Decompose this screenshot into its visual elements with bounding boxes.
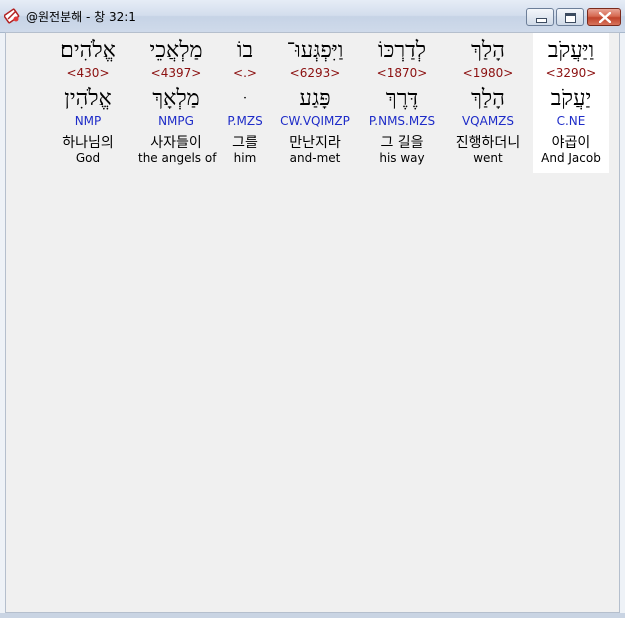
korean-gloss: 만난지라 <box>289 135 341 151</box>
hebrew-lemma: אֱלֹהִין <box>64 86 112 111</box>
english-gloss: him <box>233 151 257 165</box>
morphology-code[interactable]: NMP <box>50 114 126 128</box>
korean-gloss: 그를 <box>232 135 258 151</box>
title-bar[interactable]: @원전분해 - 창 32:1 <box>0 0 625 33</box>
korean-gloss: 사자들이 <box>150 135 202 151</box>
korean-gloss: 진행하더니 <box>455 135 521 151</box>
strong-number[interactable]: <.> <box>207 66 283 80</box>
hebrew-word: לְדַרְכּוֹ <box>377 38 427 63</box>
app-window: @원전분해 - 창 32:1 וַיַּעֲקֹב <3290> יַעֲקֹב C.… <box>0 0 625 618</box>
morphology-code[interactable]: CW.VQIMZP <box>277 114 353 128</box>
korean-gloss: 그 길을 <box>380 135 424 151</box>
morphology-code[interactable]: P.NMS.MZS <box>364 114 440 128</box>
window-bottom-border <box>0 613 625 618</box>
morphology-code[interactable]: NMPG <box>138 114 214 128</box>
korean-gloss: 하나님의 <box>62 135 114 151</box>
morphology-code[interactable]: C.NE <box>533 114 609 128</box>
english-gloss: went <box>473 151 503 165</box>
word-column[interactable]: אֱלֹהִים׃ <430> אֱלֹהִין NMP 하나님의 God <box>50 33 126 173</box>
strong-number[interactable]: <6293> <box>277 66 353 80</box>
hebrew-lemma: דֶּרֶךְ <box>385 86 419 111</box>
word-column[interactable]: וַיַּעֲקֹב <3290> יַעֲקֹב C.NE 야곱이 And Jacob <box>533 33 609 173</box>
strong-number[interactable]: <3290> <box>533 66 609 80</box>
english-gloss: And Jacob <box>541 151 601 165</box>
minimize-button[interactable] <box>526 8 554 26</box>
english-gloss: and-met <box>289 151 341 165</box>
word-column[interactable]: בוֹ <.>ּ P.MZS 그를him <box>207 33 283 173</box>
hebrew-lemma: הָלַךְ <box>471 86 505 111</box>
strong-number[interactable]: <430> <box>50 66 126 80</box>
hebrew-lemma: מַלְאָךְ <box>152 86 200 111</box>
word-column[interactable]: הָלַךְ <1980> הָלַךְ VQAMZS 진행하더니 went <box>450 33 526 173</box>
app-logo-icon[interactable] <box>3 7 21 24</box>
strong-number[interactable]: <4397> <box>138 66 214 80</box>
hebrew-word: אֱלֹהִים׃ <box>60 38 116 63</box>
word-column[interactable]: לְדַרְכּוֹ <1870> דֶּרֶךְ P.NMS.MZS 그 길을 his … <box>364 33 440 173</box>
hebrew-word: הָלַךְ <box>471 38 505 63</box>
hebrew-lemma: יַעֲקֹב <box>550 86 592 111</box>
hebrew-word: וַיִּפְגְּעוּ־ <box>286 38 344 63</box>
morphology-code[interactable]: P.MZS <box>207 114 283 128</box>
word-column[interactable]: מַלְאֲכֵי <4397> מַלְאָךְ NMPG 사자들이 the angel… <box>138 33 217 173</box>
korean-gloss: 야곱이 <box>551 135 591 151</box>
hebrew-lemma: ּ <box>207 87 283 111</box>
close-button[interactable] <box>587 8 621 26</box>
strong-number[interactable]: <1980> <box>450 66 526 80</box>
hebrew-word: וַיַּעֲקֹב <box>547 38 595 63</box>
maximize-button[interactable] <box>556 8 584 26</box>
word-column[interactable]: וַיִּפְגְּעוּ־ <6293> פָּגַע CW.VQIMZP 만난지라 a… <box>277 33 353 173</box>
hebrew-lemma: פָּגַע <box>299 86 331 111</box>
interlinear-panel[interactable]: וַיַּעֲקֹב <3290> יַעֲקֹב C.NE 야곱이 And Jacob ה… <box>5 32 620 613</box>
window-title: @원전분해 - 창 32:1 <box>26 10 136 24</box>
close-icon <box>599 12 611 23</box>
hebrew-word: בוֹ <box>236 38 254 63</box>
strong-number[interactable]: <1870> <box>364 66 440 80</box>
english-gloss: his way <box>379 151 425 165</box>
english-gloss: God <box>75 151 101 165</box>
hebrew-word: מַלְאֲכֵי <box>149 38 203 63</box>
english-gloss: the angels of <box>138 151 217 165</box>
morphology-code[interactable]: VQAMZS <box>450 114 526 128</box>
